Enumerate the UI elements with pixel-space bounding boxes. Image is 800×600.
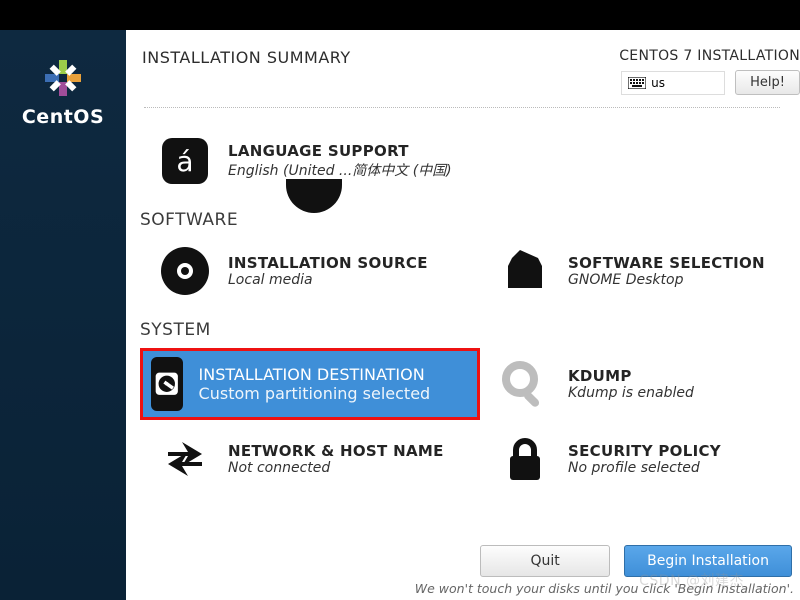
software-selection-sub: GNOME Desktop — [568, 272, 765, 288]
language-support-sub: English (United ...简体中文 (中国) — [228, 160, 452, 180]
installation-destination-sub: Custom partitioning selected — [199, 384, 431, 403]
keyboard-layout-selector[interactable]: us — [621, 71, 725, 95]
window-titlebar — [0, 0, 800, 30]
disk-icon — [151, 357, 183, 411]
network-sub: Not connected — [228, 460, 444, 476]
page-title: INSTALLATION SUMMARY — [142, 48, 351, 67]
section-software: SOFTWARE INSTALLATION SOURCE Local media — [134, 210, 800, 304]
begin-installation-button[interactable]: Begin Installation — [624, 545, 792, 577]
language-support-title: LANGUAGE SUPPORT — [228, 142, 452, 160]
header-right: CENTOS 7 INSTALLATION us Help! — [619, 48, 800, 95]
section-system-label: SYSTEM — [140, 320, 800, 340]
lock-icon — [498, 432, 552, 486]
installation-destination-title: INSTALLATION DESTINATION — [199, 365, 425, 384]
language-icon: á — [158, 134, 212, 188]
item-software-selection[interactable]: SOFTWARE SELECTION GNOME Desktop — [474, 238, 794, 304]
footer: Quit Begin Installation We won't touch y… — [126, 537, 800, 600]
main-panel: INSTALLATION SUMMARY CENTOS 7 INSTALLATI… — [126, 30, 800, 600]
centos-logo-icon — [43, 58, 83, 98]
keyboard-layout-value: us — [651, 76, 665, 90]
item-network[interactable]: NETWORK & HOST NAME Not connected — [134, 426, 474, 492]
magnifier-icon — [498, 357, 552, 411]
network-icon — [158, 432, 212, 486]
quit-button[interactable]: Quit — [480, 545, 610, 577]
security-title: SECURITY POLICY — [568, 442, 721, 460]
brand-text: CentOS — [22, 106, 104, 128]
item-installation-destination[interactable]: INSTALLATION DESTINATION Custom partitio… — [143, 351, 477, 417]
item-security-policy[interactable]: SECURITY POLICY No profile selected — [474, 426, 794, 492]
network-title: NETWORK & HOST NAME — [228, 442, 444, 460]
product-name: CENTOS 7 INSTALLATION — [619, 48, 800, 64]
section-system: SYSTEM INSTALLATION DESTINATION Custom p… — [134, 320, 800, 492]
kdump-title: KDUMP — [568, 367, 694, 385]
installation-source-title: INSTALLATION SOURCE — [228, 254, 428, 272]
installation-source-sub: Local media — [228, 272, 428, 288]
sidebar: CentOS — [0, 30, 126, 600]
highlight-frame: INSTALLATION DESTINATION Custom partitio… — [140, 348, 480, 420]
partial-item-icon — [286, 179, 342, 213]
package-icon — [498, 244, 552, 298]
app-root: CentOS INSTALLATION SUMMARY CENTOS 7 INS… — [0, 30, 800, 600]
kdump-sub: Kdump is enabled — [568, 385, 694, 401]
section-software-label: SOFTWARE — [140, 210, 800, 230]
keyboard-icon — [628, 77, 646, 89]
disc-icon — [158, 244, 212, 298]
header: INSTALLATION SUMMARY CENTOS 7 INSTALLATI… — [126, 30, 800, 95]
software-selection-title: SOFTWARE SELECTION — [568, 254, 765, 272]
security-sub: No profile selected — [568, 460, 721, 476]
help-button[interactable]: Help! — [735, 70, 800, 95]
item-installation-source[interactable]: INSTALLATION SOURCE Local media — [134, 238, 474, 304]
footer-note: We won't touch your disks until you clic… — [415, 581, 794, 596]
scroll-divider — [144, 107, 780, 108]
content: á LANGUAGE SUPPORT English (United ...简体… — [126, 95, 800, 600]
item-kdump[interactable]: KDUMP Kdump is enabled — [480, 348, 800, 420]
svg-text:á: á — [176, 145, 193, 178]
